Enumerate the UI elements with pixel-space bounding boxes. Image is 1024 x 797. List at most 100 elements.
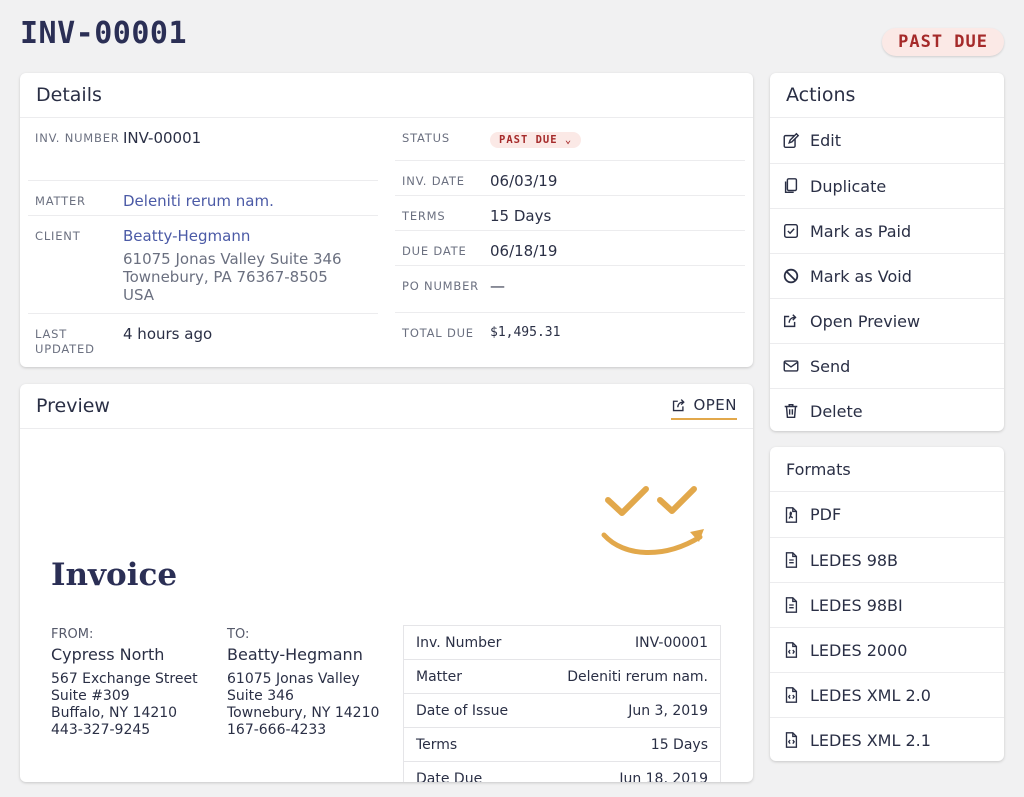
- row-value: 15 Days: [651, 737, 708, 753]
- open-label: OPEN: [693, 396, 737, 414]
- to-address-line: 61075 Jonas Valley: [227, 671, 379, 688]
- from-address-line: Buffalo, NY 14210: [51, 705, 198, 722]
- format-pdf[interactable]: PDF: [770, 492, 1004, 537]
- detail-row-inv-date: INV. DATE 06/03/19: [395, 161, 745, 196]
- envelope-icon: [782, 357, 800, 375]
- row-label: Terms: [416, 737, 457, 753]
- action-label: Duplicate: [810, 177, 886, 196]
- action-label: Mark as Void: [810, 267, 912, 286]
- chevron-down-icon: ⌄: [565, 134, 572, 146]
- mark-as-void-button[interactable]: Mark as Void: [770, 253, 1004, 298]
- delete-button[interactable]: Delete: [770, 388, 1004, 431]
- duplicate-button[interactable]: Duplicate: [770, 163, 1004, 208]
- details-left-column: INV. NUMBER INV-00001 MATTER Deleniti re…: [28, 118, 378, 364]
- format-label: LEDES XML 2.1: [810, 731, 931, 750]
- format-ledes-98bi[interactable]: LEDES 98BI: [770, 582, 1004, 627]
- code-file-icon: [782, 641, 800, 659]
- open-preview-button[interactable]: Open Preview: [770, 298, 1004, 343]
- inv-date-label: INV. DATE: [402, 171, 490, 188]
- smile-check-logo-icon: [598, 480, 718, 570]
- client-link[interactable]: Beatty-Hegmann: [123, 226, 342, 246]
- status-value: PAST DUE: [499, 134, 558, 146]
- due-date-value: 06/18/19: [490, 241, 557, 258]
- from-party: FROM: Cypress North 567 Exchange Street …: [51, 626, 198, 739]
- check-square-icon: [782, 222, 800, 240]
- to-address-line: Suite 346: [227, 688, 379, 705]
- updated-label: LAST UPDATED: [35, 324, 123, 357]
- detail-row-po: PO NUMBER —: [395, 266, 745, 313]
- open-preview-link[interactable]: OPEN: [671, 396, 737, 420]
- to-name: Beatty-Hegmann: [227, 646, 379, 663]
- text-file-icon: [782, 551, 800, 569]
- edit-button[interactable]: Edit: [770, 118, 1004, 163]
- table-row: Matter Deleniti rerum nam.: [404, 660, 720, 694]
- format-ledes-xml-2-1[interactable]: LEDES XML 2.1: [770, 717, 1004, 761]
- action-label: Delete: [810, 402, 863, 421]
- format-ledes-2000[interactable]: LEDES 2000: [770, 627, 1004, 672]
- status-dropdown[interactable]: PAST DUE ⌄: [490, 132, 581, 148]
- send-button[interactable]: Send: [770, 343, 1004, 388]
- matter-label: MATTER: [35, 191, 123, 208]
- format-label: LEDES XML 2.0: [810, 686, 931, 705]
- client-label: CLIENT: [35, 226, 123, 306]
- formats-heading: Formats: [770, 447, 1004, 492]
- row-value: Deleniti rerum nam.: [567, 669, 708, 685]
- preview-card: Preview OPEN Invoice FROM: Cypress North…: [20, 384, 753, 782]
- details-heading: Details: [20, 73, 753, 118]
- row-label: Inv. Number: [416, 635, 501, 651]
- format-label: PDF: [810, 505, 841, 524]
- format-label: LEDES 2000: [810, 641, 907, 660]
- formats-card: Formats PDF LEDES 98B LEDES 98BI LEDES 2…: [770, 447, 1004, 761]
- invoice-summary-table: Inv. NumberINV-00001 Matter Deleniti reru…: [403, 625, 721, 782]
- from-name: Cypress North: [51, 646, 198, 663]
- to-party: TO: Beatty-Hegmann 61075 Jonas Valley Su…: [227, 626, 379, 739]
- formats-list: PDF LEDES 98B LEDES 98BI LEDES 2000 LEDE…: [770, 492, 1004, 761]
- row-label: Date of Issue: [416, 703, 508, 719]
- detail-row-due-date: DUE DATE 06/18/19: [395, 231, 745, 266]
- total-value: $1,495.31: [490, 323, 560, 353]
- table-row: Inv. NumberINV-00001: [404, 626, 720, 660]
- row-value: Jun 18, 2019: [619, 771, 708, 783]
- actions-card: Actions Edit Duplicate Mark as Paid Mark…: [770, 73, 1004, 431]
- ban-icon: [782, 267, 800, 285]
- row-value: Jun 3, 2019: [628, 703, 708, 719]
- to-address-line: Townebury, NY 14210: [227, 705, 379, 722]
- duplicate-icon: [782, 177, 800, 195]
- trash-icon: [782, 402, 800, 420]
- detail-row-updated: LAST UPDATED 4 hours ago: [28, 314, 378, 364]
- row-label: Date Due: [416, 771, 482, 783]
- client-address-line: Townebury, PA 76367-8505: [123, 268, 342, 286]
- detail-row-total: TOTAL DUE $1,495.31: [395, 313, 745, 360]
- due-date-label: DUE DATE: [402, 241, 490, 258]
- format-label: LEDES 98BI: [810, 596, 903, 615]
- client-address-line: USA: [123, 286, 342, 304]
- status-label: STATUS: [402, 128, 490, 153]
- detail-row-terms: TERMS 15 Days: [395, 196, 745, 231]
- mark-as-paid-button[interactable]: Mark as Paid: [770, 208, 1004, 253]
- external-share-icon: [671, 397, 688, 414]
- inv-number-value: INV-00001: [123, 128, 201, 173]
- format-ledes-xml-2-0[interactable]: LEDES XML 2.0: [770, 672, 1004, 717]
- format-ledes-98b[interactable]: LEDES 98B: [770, 537, 1004, 582]
- from-phone: 443-327-9245: [51, 722, 198, 739]
- matter-link[interactable]: Deleniti rerum nam.: [123, 191, 274, 208]
- action-label: Open Preview: [810, 312, 920, 331]
- terms-label: TERMS: [402, 206, 490, 223]
- details-right-column: STATUS PAST DUE ⌄ INV. DATE 06/03/19 TER…: [395, 118, 745, 360]
- invoice-document: Invoice FROM: Cypress North 567 Exchange…: [20, 430, 753, 782]
- detail-row-matter: MATTER Deleniti rerum nam.: [28, 181, 378, 216]
- edit-icon: [782, 132, 800, 150]
- total-label: TOTAL DUE: [402, 323, 490, 353]
- pdf-file-icon: [782, 506, 800, 524]
- po-label: PO NUMBER: [402, 276, 490, 305]
- table-row: Date of Issue Jun 3, 2019: [404, 694, 720, 728]
- external-share-icon: [782, 312, 800, 330]
- row-label: Matter: [416, 669, 462, 685]
- table-row: Date Due Jun 18, 2019: [404, 762, 720, 782]
- page-title: INV-00001: [20, 16, 187, 51]
- inv-number-label: INV. NUMBER: [35, 128, 123, 173]
- inv-date-value: 06/03/19: [490, 171, 557, 188]
- client-address: 61075 Jonas Valley Suite 346 Townebury, …: [123, 250, 342, 304]
- action-label: Mark as Paid: [810, 222, 911, 241]
- from-label: FROM:: [51, 626, 198, 643]
